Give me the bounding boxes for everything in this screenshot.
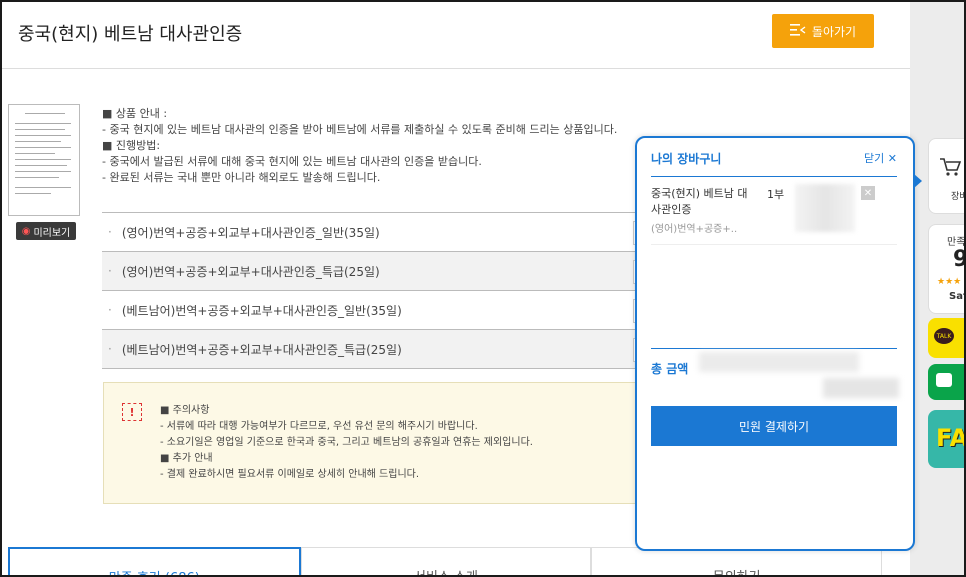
option-label: (영어)번역+공증+외교부+대사관인증_특급(25일) (121, 264, 380, 279)
page-title: 중국(현지) 베트남 대사관인증 (18, 24, 243, 45)
divider (651, 176, 897, 177)
info-line: - 완료된 서류는 국내 뿐만 아니라 해외로도 발송해 드립니다. (102, 171, 381, 184)
cart-header: 나의 장바구니 닫기 ✕ (651, 150, 897, 172)
remove-item-icon[interactable]: ✕ (861, 186, 875, 200)
warning-icon: ! (122, 403, 142, 421)
notice-text: ■ 주의사항 - 서류에 따라 대행 가능여부가 다르므로, 우선 유선 문의 … (160, 403, 533, 483)
divider (651, 348, 897, 349)
bullet: · (108, 264, 112, 278)
blurred-price (795, 184, 855, 232)
rating-sub-label: Sat (949, 291, 964, 302)
info-line: - 중국 현지에 있는 베트남 대사관의 인증을 받아 베트남에 서류를 제출하… (102, 123, 618, 136)
kakao-talk-icon: TALK (934, 328, 954, 344)
preview-button[interactable]: ◉ 미리보기 (16, 222, 76, 240)
total-label: 총 금액 (651, 362, 689, 376)
sidebar-faq-button[interactable]: FA (928, 410, 964, 468)
notice-line: - 결제 완료하시면 필요서류 이메일로 상세히 안내해 드립니다. (160, 469, 420, 480)
pay-button[interactable]: 민원 결제하기 (651, 406, 897, 446)
cart-item: 중국(현지) 베트남 대사관인증 (영어)번역+공증+.. 1부 ✕ (651, 184, 897, 245)
option-item[interactable]: · (영어)번역+공증+외교부+대사관인증_일반(35일) (102, 213, 642, 252)
bullet: · (108, 303, 112, 317)
option-list: · (영어)번역+공증+외교부+대사관인증_일반(35일) · (영어)번역+공증+… (102, 212, 642, 369)
bullet: · (108, 225, 112, 239)
tab-service-intro[interactable]: 서비스 소개 (300, 547, 592, 575)
option-item[interactable]: · (베트남어)번역+공증+외교부+대사관인증_일반(35일) (102, 291, 642, 330)
cart-item-qty: 1부 (767, 188, 785, 201)
bullet: · (108, 342, 112, 356)
option-item[interactable]: · (영어)번역+공증+외교부+대사관인증_특급(25일) (102, 252, 642, 291)
info-line: - 중국에서 발급된 서류에 대해 중국 현지에 있는 베트남 대사관의 인증을… (102, 155, 482, 168)
info-line: ■ 진행방법: (102, 139, 161, 152)
notice-line: ■ 주의사항 (160, 405, 210, 416)
faq-label: FA (936, 424, 964, 452)
sidebar-cart-button[interactable]: 장바 (928, 138, 964, 214)
tab-reviews[interactable]: 만족 후기 (686) (8, 547, 301, 575)
notice-box: ! ■ 주의사항 - 서류에 따라 대행 가능여부가 다르므로, 우선 유선 문… (103, 382, 645, 504)
cart-panel: 나의 장바구니 닫기 ✕ 중국(현지) 베트남 대사관인증 (영어)번역+공증+… (635, 136, 922, 551)
notice-line: - 소요기일은 영업일 기준으로 한국과 중국, 그리고 베트남의 공휴일과 연… (160, 437, 533, 448)
chat-icon (936, 373, 952, 387)
list-back-icon (789, 23, 806, 39)
cart-title: 나의 장바구니 (651, 152, 722, 166)
blurred-total-amount (823, 378, 899, 398)
sidebar-kakao-button[interactable]: TALK (928, 318, 964, 358)
rating-number: 9 (953, 247, 964, 272)
product-info: ■ 상품 안내 : - 중국 현지에 있는 베트남 대사관의 인증을 받아 베트… (102, 106, 617, 186)
page: 중국(현지) 베트남 대사관인증 돌아가기 ◉ 미리보기 ■ 상품 안내 : -… (2, 2, 964, 575)
notice-line: ■ 추가 안내 (160, 453, 213, 464)
rating-top-label: 만족 (947, 237, 964, 248)
info-line: ■ 상품 안내 : (102, 107, 168, 120)
stars-icon: ★★★ (937, 277, 962, 287)
option-label: (베트남어)번역+공증+외교부+대사관인증_일반(35일) (121, 303, 402, 318)
cart-close-button[interactable]: 닫기 ✕ (864, 150, 897, 166)
sidebar-cart-label: 장바 (951, 192, 964, 202)
header: 중국(현지) 베트남 대사관인증 돌아가기 (2, 2, 910, 69)
tab-inquiry[interactable]: 문의하기 (591, 547, 883, 575)
tab-bar: 만족 후기 (686) 서비스 소개 문의하기 (8, 547, 883, 575)
notice-line: - 서류에 따라 대행 가능여부가 다르므로, 우선 유선 문의 해주시기 바랍… (160, 421, 478, 432)
document-thumbnail[interactable] (8, 104, 80, 216)
sidebar-talk-button[interactable] (928, 364, 964, 400)
cart-item-option: (영어)번역+공증+.. (651, 224, 738, 235)
preview-label: 미리보기 (33, 227, 71, 239)
cart-item-name: 중국(현지) 베트남 대사관인증 (651, 187, 748, 216)
cart-arrow (914, 174, 922, 188)
option-item[interactable]: · (베트남어)번역+공증+외교부+대사관인증_특급(25일) (102, 330, 642, 369)
back-button[interactable]: 돌아가기 (772, 14, 874, 48)
cart-icon (940, 158, 961, 176)
sidebar-rating[interactable]: 만족 9 ★★★ Sat (928, 224, 964, 314)
magnifier-icon: ◉ (21, 225, 31, 237)
blurred-total (699, 352, 859, 372)
back-button-label: 돌아가기 (811, 24, 857, 39)
option-label: (베트남어)번역+공증+외교부+대사관인증_특급(25일) (121, 342, 402, 357)
option-label: (영어)번역+공증+외교부+대사관인증_일반(35일) (121, 225, 380, 240)
